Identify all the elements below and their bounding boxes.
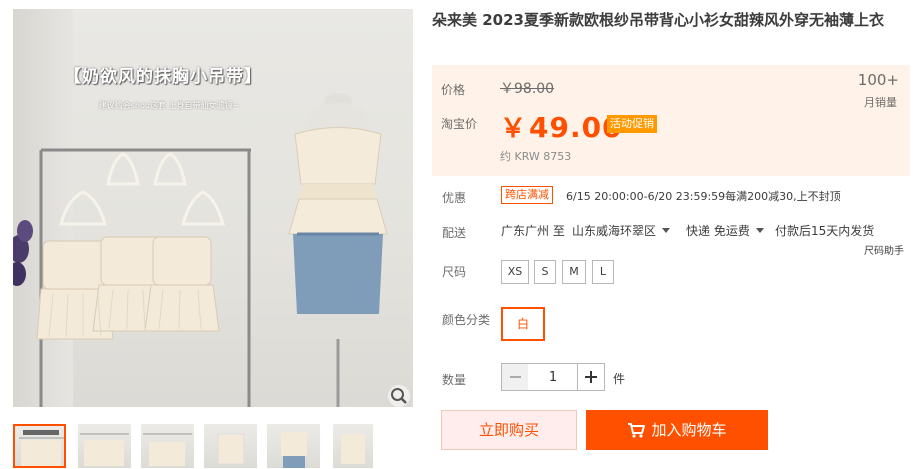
krw-conversion: 约 KRW 8753 bbox=[500, 150, 572, 163]
zoom-icon[interactable] bbox=[388, 385, 410, 407]
monthly-sales-label: 月销量 bbox=[864, 96, 897, 109]
quantity-input[interactable] bbox=[528, 364, 578, 390]
thumbnail[interactable] bbox=[141, 424, 194, 468]
thumbnail[interactable] bbox=[13, 424, 66, 468]
color-label: 颜色分类 bbox=[442, 313, 491, 327]
ship-from: 广东广州 至 bbox=[501, 224, 565, 238]
image-banner-subtext: 建议约会shou这套 上身自带仙女滤镜~ bbox=[98, 101, 240, 110]
monthly-sales-count: 100+ bbox=[857, 71, 899, 89]
original-price: ￥98.00 bbox=[500, 81, 555, 97]
chevron-down-icon bbox=[755, 228, 764, 233]
promotion-text: 6/15 20:00:00-6/20 23:59:59每满200减30,上不封顶 bbox=[566, 190, 841, 203]
ship-to: 山东威海环翠区 bbox=[572, 224, 657, 238]
chevron-down-icon bbox=[662, 228, 671, 233]
add-to-cart-button[interactable]: 加入购物车 bbox=[586, 410, 768, 450]
cart-icon bbox=[627, 413, 646, 453]
decrease-quantity-button[interactable] bbox=[502, 364, 529, 390]
mannequin-illustration bbox=[288, 93, 388, 407]
thumbnail[interactable] bbox=[267, 424, 320, 468]
buy-now-button[interactable]: 立即购买 bbox=[441, 410, 577, 450]
size-helper-link[interactable]: 尺码助手 bbox=[864, 242, 904, 257]
shipping-label: 配送 bbox=[442, 226, 467, 240]
taobao-price-label: 淘宝价 bbox=[441, 117, 478, 131]
price-label: 价格 bbox=[441, 83, 466, 97]
size-label: 尺码 bbox=[442, 265, 467, 279]
product-title: 朵来美 2023夏季新款欧根纱吊带背心小衫女甜辣风外穿无袖薄上衣 bbox=[432, 11, 884, 29]
increase-quantity-button[interactable] bbox=[577, 364, 604, 390]
quantity-label: 数量 bbox=[442, 373, 467, 387]
promotion-label: 优惠 bbox=[442, 191, 467, 205]
currency-symbol: ￥ bbox=[500, 114, 528, 144]
size-option[interactable]: S bbox=[534, 260, 556, 284]
thumbnail[interactable] bbox=[204, 424, 257, 468]
ship-to-selector[interactable]: 山东威海环翠区 bbox=[572, 222, 671, 239]
shipping-method-selector[interactable]: 快递 免运费 bbox=[686, 222, 764, 239]
quantity-unit: 件 bbox=[613, 372, 626, 386]
size-option[interactable]: M bbox=[562, 260, 586, 284]
cross-store-discount-badge[interactable]: 跨店满减 bbox=[501, 186, 553, 204]
image-banner-text: 【奶欲风的抹胸小吊带】 bbox=[64, 67, 262, 87]
taobao-price: ￥49.00 bbox=[500, 108, 623, 145]
promo-tag[interactable]: 活动促销 bbox=[607, 115, 657, 133]
thumbnail[interactable] bbox=[333, 424, 373, 468]
size-option[interactable]: L bbox=[592, 260, 614, 284]
add-to-cart-label: 加入购物车 bbox=[651, 421, 727, 439]
delivery-promise: 付款后15天内发货 bbox=[775, 224, 875, 238]
plant-illustration bbox=[13, 220, 33, 286]
main-product-image[interactable]: 【奶欲风的抹胸小吊带】 建议约会shou这套 上身自带仙女滤镜~ bbox=[13, 9, 413, 407]
price-panel: 价格 ￥98.00 淘宝价 ￥49.00 活动促销 约 KRW 8753 100… bbox=[432, 65, 910, 176]
quantity-stepper bbox=[501, 363, 605, 391]
shipping-method: 快递 免运费 bbox=[686, 224, 750, 238]
thumbnail[interactable] bbox=[78, 424, 131, 468]
color-option-selected[interactable]: 白 bbox=[501, 307, 545, 341]
size-option[interactable]: XS bbox=[501, 260, 529, 284]
